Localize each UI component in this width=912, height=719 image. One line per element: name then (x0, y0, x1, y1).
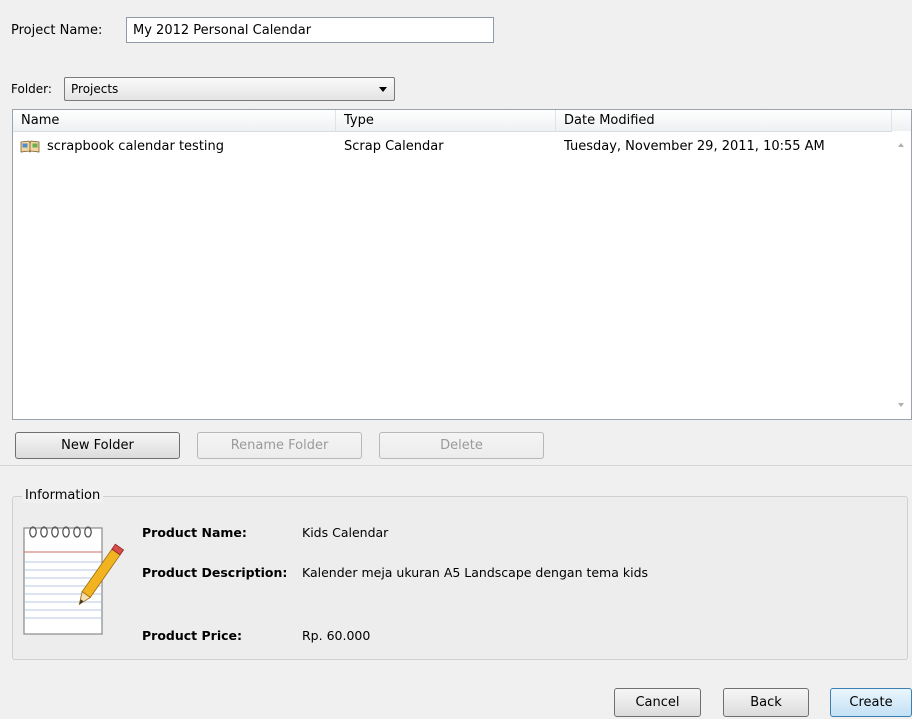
column-header-date-modified[interactable]: Date Modified (564, 113, 655, 128)
product-description-value: Kalender meja ukuran A5 Landscape dengan… (302, 565, 649, 580)
project-name-input[interactable] (126, 17, 494, 43)
project-file-list[interactable]: Name Type Date Modified scrapbook calend… (12, 109, 912, 420)
create-button[interactable]: Create (830, 688, 912, 717)
column-header-name[interactable]: Name (21, 113, 59, 128)
folder-selected-value: Projects (71, 82, 119, 96)
product-name-value: Kids Calendar (302, 525, 389, 540)
product-name-label: Product Name: (142, 525, 247, 540)
item-date-modified: Tuesday, November 29, 2011, 10:55 AM (564, 139, 825, 154)
new-folder-button[interactable]: New Folder (15, 432, 180, 459)
chevron-down-icon (379, 87, 387, 92)
list-item[interactable]: scrapbook calendar testing Scrap Calenda… (13, 135, 891, 159)
column-divider (891, 110, 892, 131)
folder-label: Folder: (11, 82, 52, 96)
item-name: scrapbook calendar testing (47, 139, 225, 154)
delete-button[interactable]: Delete (379, 432, 544, 459)
divider (0, 465, 912, 466)
product-price-value: Rp. 60.000 (302, 628, 371, 643)
scroll-down-icon[interactable] (898, 403, 904, 407)
cancel-button[interactable]: Cancel (614, 688, 701, 717)
list-header: Name Type Date Modified (13, 110, 911, 132)
scroll-up-icon[interactable] (898, 143, 904, 147)
book-icon (20, 140, 40, 153)
column-divider[interactable] (335, 110, 336, 131)
column-header-type[interactable]: Type (344, 113, 374, 128)
column-divider[interactable] (555, 110, 556, 131)
back-button[interactable]: Back (723, 688, 809, 717)
rename-folder-button[interactable]: Rename Folder (197, 432, 362, 459)
item-type: Scrap Calendar (344, 139, 444, 154)
product-price-label: Product Price: (142, 628, 242, 643)
information-title: Information (22, 488, 104, 503)
product-description-label: Product Description: (142, 565, 288, 580)
notepad-pencil-icon (23, 526, 125, 635)
project-name-label: Project Name: (11, 23, 103, 38)
folder-dropdown[interactable]: Projects (64, 77, 395, 101)
vertical-scrollbar[interactable] (892, 131, 911, 419)
